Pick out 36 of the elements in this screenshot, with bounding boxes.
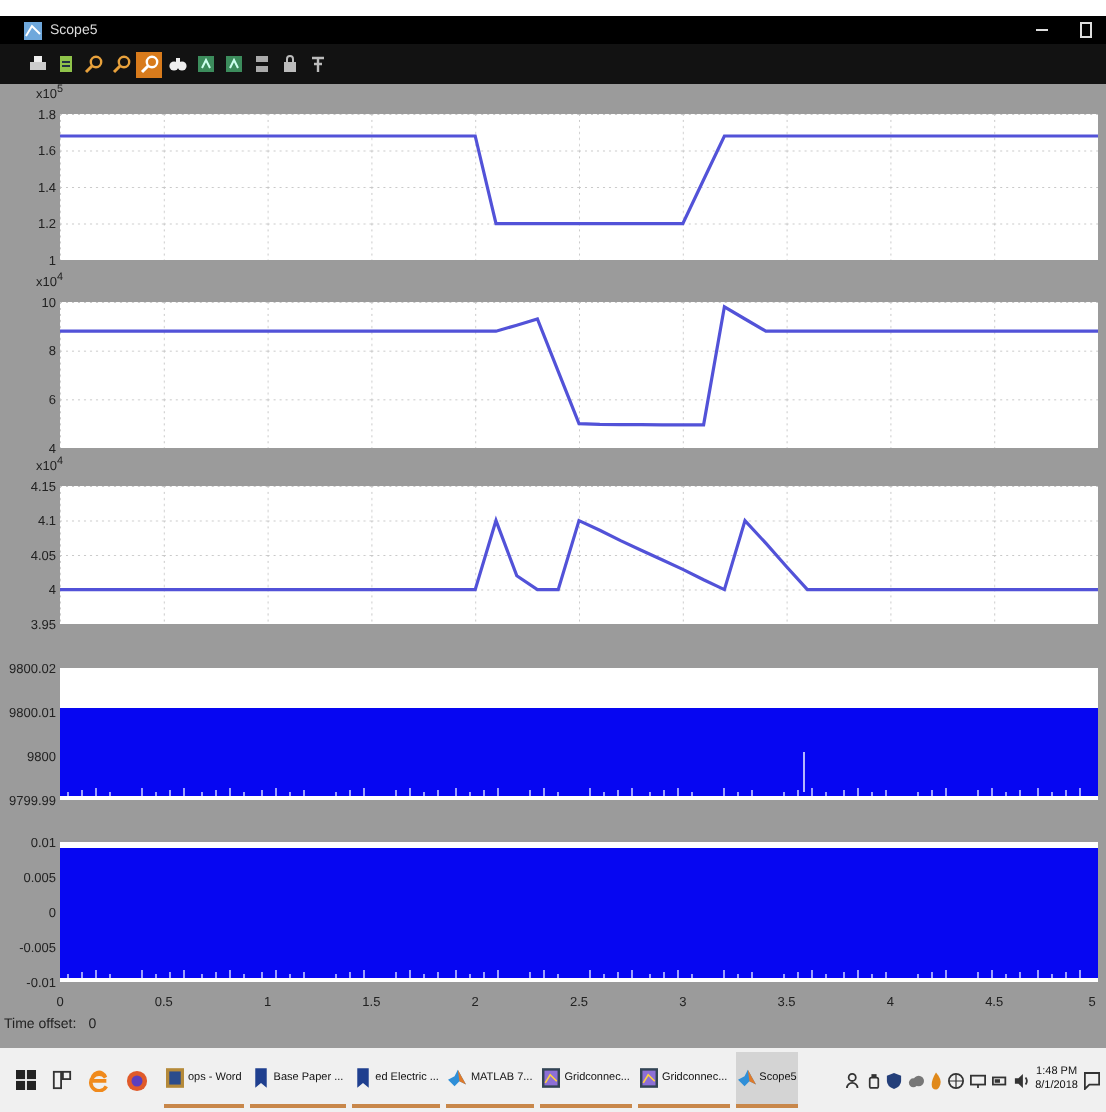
chart-icon (195, 54, 215, 74)
toolbar-button[interactable] (80, 51, 106, 77)
app-icon (24, 21, 42, 39)
notification-icon[interactable] (1084, 1071, 1100, 1089)
printer-icon (27, 54, 47, 74)
browser-icon[interactable] (126, 1069, 148, 1091)
windows-start-icon[interactable] (16, 1070, 36, 1090)
magnifier-icon (83, 54, 103, 74)
chart-icon (223, 54, 243, 74)
binoculars-icon (167, 54, 187, 74)
panels-icon (251, 54, 271, 74)
image-icon (639, 1068, 658, 1088)
battery-icon[interactable] (991, 1071, 1008, 1089)
volume-icon[interactable] (1013, 1071, 1030, 1089)
cloud-icon[interactable] (907, 1071, 924, 1089)
magnifier-icon (139, 54, 159, 74)
membrane-logo-icon (737, 1068, 756, 1088)
toolbar-button[interactable] (192, 51, 218, 77)
shield-icon[interactable] (885, 1071, 902, 1089)
magnifier-icon (111, 54, 131, 74)
network-icon[interactable] (969, 1071, 986, 1089)
membrane-logo-icon (448, 1068, 467, 1088)
people-icon[interactable] (845, 1071, 862, 1089)
bookmark-icon (251, 1068, 270, 1088)
document-app-icon (166, 1068, 184, 1088)
task-view-icon[interactable] (52, 1070, 72, 1090)
globe-icon[interactable] (947, 1071, 964, 1089)
toolbar-button[interactable] (108, 51, 134, 77)
toolbar-button[interactable] (136, 51, 162, 77)
bookmark-icon (353, 1068, 372, 1088)
image-icon (542, 1068, 561, 1088)
document-icon (55, 54, 75, 74)
toolbar-button[interactable] (220, 51, 246, 77)
maximize-icon[interactable] (1078, 22, 1094, 38)
lock-icon (279, 54, 299, 74)
usb-drive-icon[interactable] (867, 1071, 880, 1089)
